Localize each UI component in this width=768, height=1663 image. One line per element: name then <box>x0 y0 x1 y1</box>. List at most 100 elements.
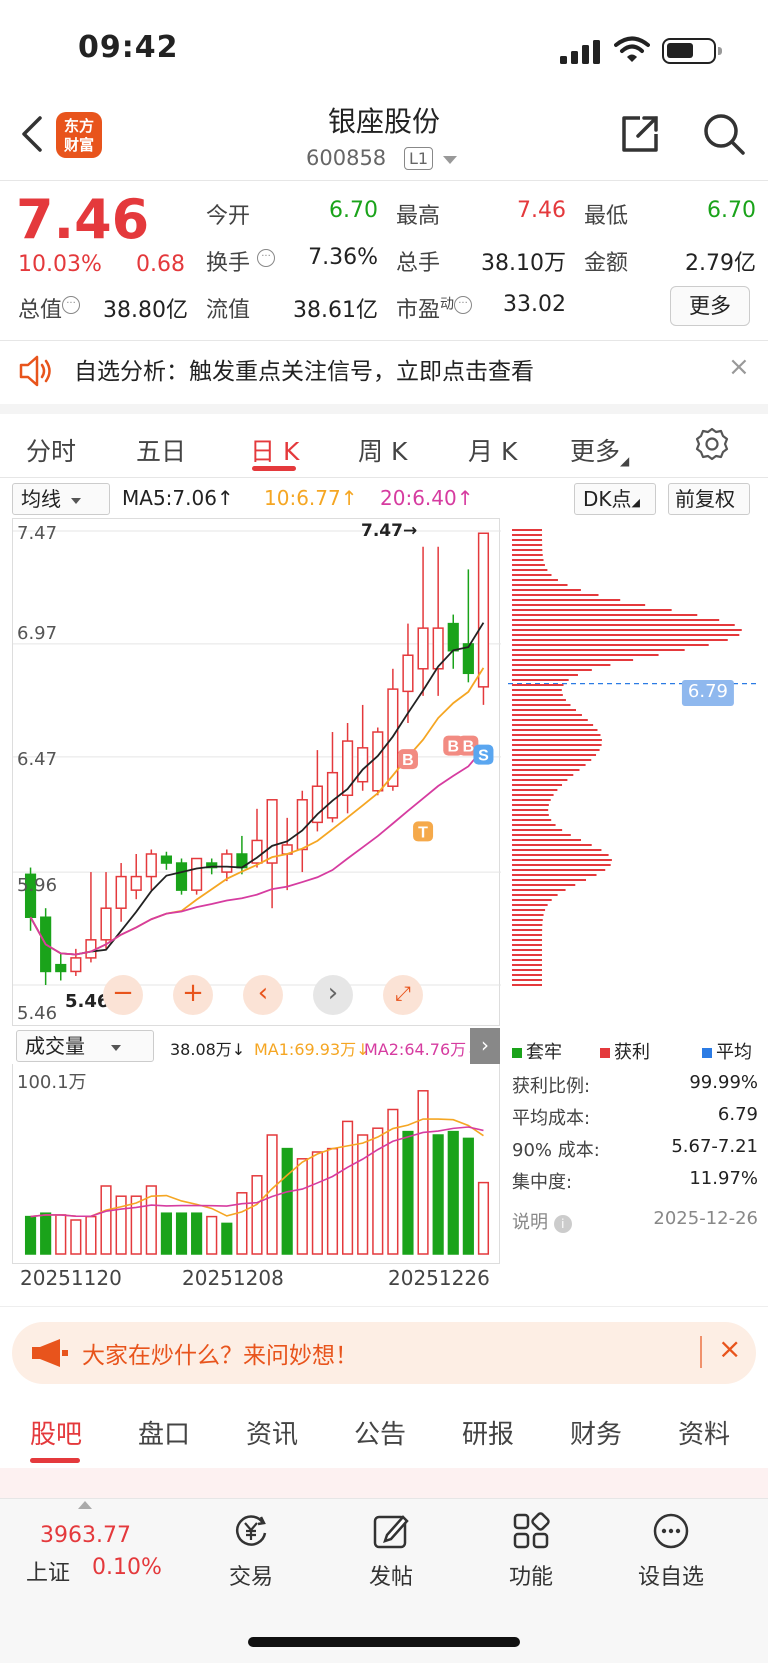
tab-five-day[interactable]: 五日 <box>136 432 186 468</box>
trade-button[interactable]: 交易 <box>196 1511 306 1591</box>
close-icon[interactable]: × <box>728 352 750 382</box>
tab-guba[interactable]: 股吧 <box>30 1414 82 1451</box>
candle-body <box>326 771 339 819</box>
level-badge[interactable]: L1 <box>404 147 434 170</box>
volume-value: 38.10万 <box>481 251 566 276</box>
index-value[interactable]: 3963.77 <box>40 1523 131 1548</box>
share-icon[interactable] <box>618 112 662 156</box>
volume-ma1: MA1:69.93万↓ <box>254 1040 370 1059</box>
ma5-line <box>29 622 485 956</box>
kline-svg: BB BST <box>13 530 501 986</box>
analysis-bar[interactable]: 自选分析：触发重点关注信号，立即点击查看 × <box>0 340 768 406</box>
candle-body <box>145 853 157 878</box>
explain-link[interactable]: 说明 i <box>512 1208 572 1234</box>
dk-point-button[interactable]: DK点◢ <box>574 483 656 515</box>
wifi-icon <box>614 36 650 62</box>
adjust-button[interactable]: 前复权 <box>668 483 750 515</box>
volume-bar <box>24 1215 37 1255</box>
add-watchlist-button[interactable]: 设自选 <box>616 1511 726 1591</box>
tab-profile[interactable]: 资料 <box>678 1414 730 1451</box>
fullscreen-button[interactable]: ⤢ <box>383 975 423 1015</box>
tab-news[interactable]: 资讯 <box>246 1414 298 1451</box>
info-dots-icon: ··· <box>257 249 276 267</box>
compose-icon <box>373 1515 409 1549</box>
candle-body <box>477 532 490 688</box>
stat-row: 90% 成本: 5.67-7.21 <box>512 1136 758 1161</box>
banner-separator <box>700 1336 702 1368</box>
high-label: 最高 <box>396 204 441 229</box>
date-label: 20251120 <box>20 1266 122 1290</box>
tab-daily-k[interactable]: 日 K <box>250 432 299 468</box>
tab-announcements[interactable]: 公告 <box>354 1414 406 1451</box>
candle-body <box>85 939 97 959</box>
post-button[interactable]: 发帖 <box>336 1511 446 1591</box>
pe-label: 市盈动 ··· <box>396 292 473 324</box>
bottom-bar: 3963.77 上证 0.10% 交易 发帖 功能 设自选 <box>0 1498 768 1663</box>
legend-item: 获利 <box>600 1038 650 1064</box>
zoom-in-button[interactable]: + <box>173 975 213 1015</box>
gear-icon[interactable] <box>694 426 730 462</box>
status-bar: 09:42 <box>0 0 768 100</box>
tab-weekly-k[interactable]: 周 K <box>358 432 407 468</box>
volume-bar <box>175 1212 188 1255</box>
zoom-out-button[interactable]: − <box>103 975 143 1015</box>
expand-arrow-icon[interactable]: › <box>470 1028 500 1064</box>
t-signal-badge: T <box>413 821 434 842</box>
sell-signal-badge: S <box>473 744 494 765</box>
list-peek <box>0 1468 768 1500</box>
open-label: 今开 <box>206 204 251 229</box>
ma20-label: 20:6.40↑ <box>380 486 474 510</box>
close-icon[interactable]: × <box>718 1332 741 1365</box>
chevron-down-icon[interactable] <box>443 156 457 164</box>
stat-row: 获利比例: 99.99% <box>512 1072 758 1097</box>
scroll-right-button[interactable]: › <box>313 975 353 1015</box>
tab-research[interactable]: 研报 <box>462 1414 514 1451</box>
price-axis-label: 5.46 <box>17 1003 58 1024</box>
candle-body <box>341 740 354 797</box>
volume-bar <box>55 1214 67 1255</box>
candle-body <box>115 875 127 909</box>
tab-more[interactable]: 更多◢ <box>570 432 629 468</box>
price-axis-label: 5.96 <box>17 875 58 896</box>
more-quote-button[interactable]: 更多 <box>670 286 750 326</box>
candle-body <box>447 622 459 652</box>
cell-signal-icon <box>560 40 600 64</box>
home-indicator <box>248 1637 520 1647</box>
indicator-select[interactable]: 均线 <box>12 483 110 515</box>
open-value: 6.70 <box>329 198 378 223</box>
kline-chart[interactable]: BBBST 7.47 6.97 6.47 5.96 5.46 7.47→ 5.4… <box>12 518 501 1026</box>
ma5-label: MA5:7.06↑ <box>122 486 234 510</box>
tab-finance[interactable]: 财务 <box>570 1414 622 1451</box>
current-price: 7.46 <box>16 188 150 251</box>
volume-chart[interactable]: 100.1万 <box>12 1064 500 1264</box>
stock-code: 600858 <box>306 146 387 170</box>
chip-legend: 套牢 获利 平均 <box>510 1028 760 1072</box>
volume-bar <box>221 1222 233 1255</box>
volume-bar <box>40 1212 52 1255</box>
total-cap-value: 38.80亿 <box>103 298 188 323</box>
search-icon[interactable] <box>702 112 746 156</box>
ask-banner[interactable]: 大家在炒什么？来问妙想！ × <box>12 1322 756 1384</box>
volume-bar <box>115 1195 127 1255</box>
chevron-up-icon[interactable] <box>78 1501 92 1509</box>
megaphone-icon <box>32 1339 68 1367</box>
price-axis-label: 6.97 <box>17 623 58 644</box>
candle-body <box>55 963 67 973</box>
volume-bar <box>70 1219 82 1255</box>
volume-indicator-select[interactable]: 成交量 <box>16 1030 154 1062</box>
tab-pankou[interactable]: 盘口 <box>138 1414 190 1451</box>
low-label: 最低 <box>584 204 629 229</box>
chart-tabs: 分时 五日 日 K 周 K 月 K 更多◢ <box>0 414 768 478</box>
ma-bar: 均线 MA5:7.06↑ 10:6.77↑ 20:6.40↑ DK点◢ 前复权 <box>0 480 768 518</box>
explain-row: 说明 i 2025-12-26 <box>510 1208 760 1240</box>
float-cap-label: 流值 <box>206 298 251 323</box>
volume-bar <box>206 1215 218 1255</box>
function-button[interactable]: 功能 <box>476 1511 586 1591</box>
tab-intraday[interactable]: 分时 <box>26 432 76 468</box>
scroll-left-button[interactable]: ‹ <box>243 975 283 1015</box>
tab-monthly-k[interactable]: 月 K <box>468 432 517 468</box>
volume-ma2-line <box>30 1126 484 1218</box>
index-percent[interactable]: 0.10% <box>92 1555 162 1580</box>
index-name[interactable]: 上证 <box>26 1555 70 1587</box>
volume-header: 成交量 38.08万↓ MA1:69.93万↓ MA2:64.76万↓ › <box>0 1028 500 1064</box>
